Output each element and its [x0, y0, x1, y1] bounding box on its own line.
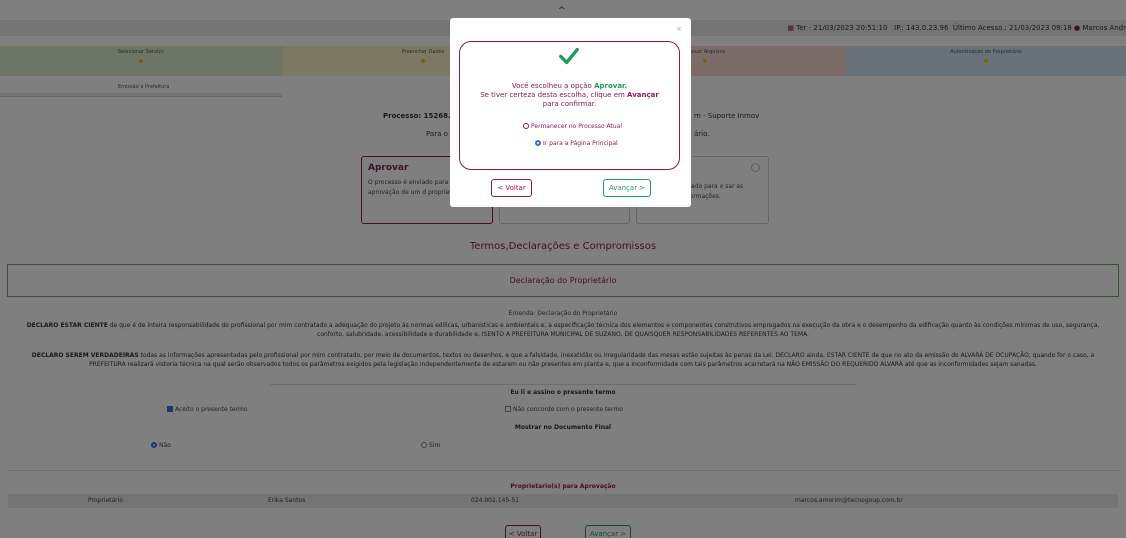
modal-message: Você escolheu a opção Aprovar. Se tiver …: [459, 82, 680, 109]
modal-back-button[interactable]: < Voltar: [491, 179, 532, 197]
modal-line-3: para confirmar.: [542, 100, 597, 108]
radio-selected-icon[interactable]: [535, 140, 541, 146]
modal-line-1: Você escolheu a opção Aprovar.: [511, 82, 628, 90]
radio-icon[interactable]: [523, 123, 529, 129]
close-icon[interactable]: ×: [676, 25, 682, 33]
page: ^ ▦ Ter - 21/03/2023 20:51:10 IP.: 143.0…: [0, 0, 1126, 538]
stay-in-process-radio[interactable]: Permanecer no Processo Atual: [523, 123, 622, 130]
go-to-home-radio[interactable]: Ir para a Página Principal: [535, 140, 618, 147]
checkmark-icon: [559, 47, 579, 65]
modal-next-button[interactable]: Avançar >: [603, 179, 651, 197]
modal-line-2: Se tiver certeza desta escolha, clique e…: [480, 91, 659, 99]
